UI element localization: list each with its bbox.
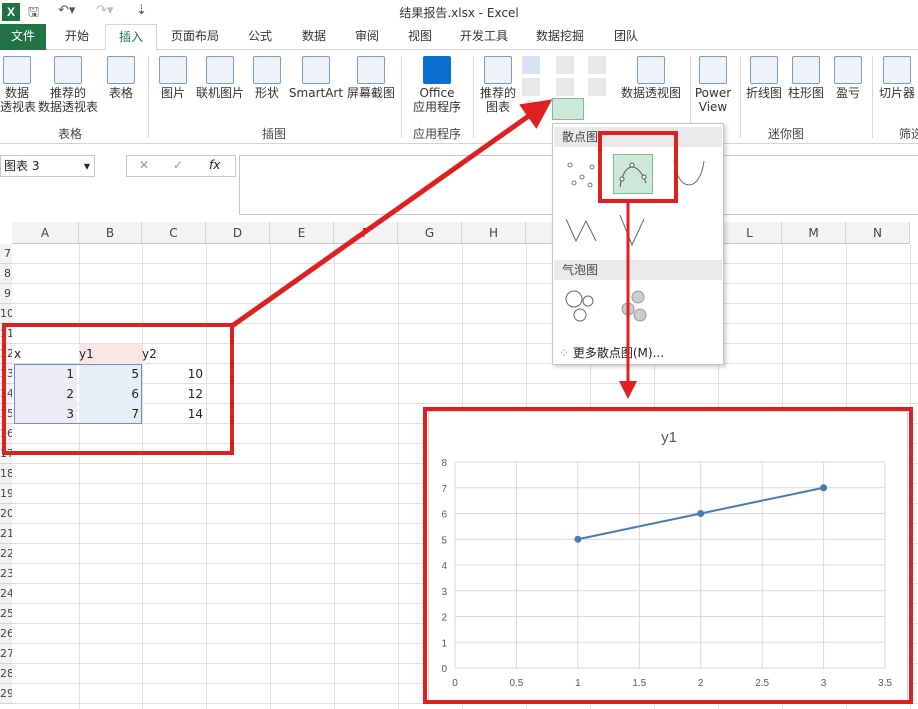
arrow-to-scatter-button: [230, 99, 553, 329]
annotation-arrows: [230, 99, 637, 399]
